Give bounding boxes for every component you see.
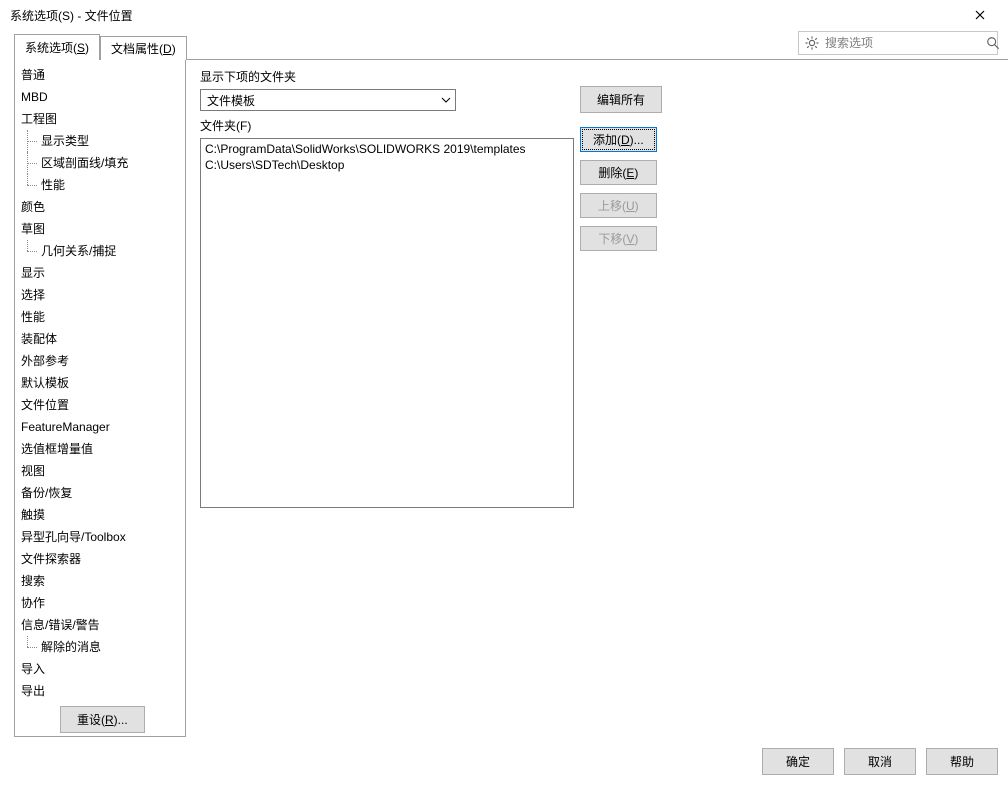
sidebar-item[interactable]: 备份/恢复 bbox=[15, 482, 185, 504]
sidebar-child-item[interactable]: 性能 bbox=[15, 174, 185, 196]
edit-all-button[interactable]: 编辑所有 bbox=[580, 86, 662, 113]
sidebar-item[interactable]: 信息/错误/警告 bbox=[15, 614, 185, 636]
list-item[interactable]: C:\ProgramData\SolidWorks\SOLIDWORKS 201… bbox=[205, 141, 569, 157]
ok-button[interactable]: 确定 bbox=[762, 748, 834, 775]
search-icon bbox=[986, 36, 1000, 50]
sidebar-child-item[interactable]: 区域剖面线/填充 bbox=[15, 152, 185, 174]
delete-button[interactable]: 删除(E) bbox=[580, 160, 657, 185]
help-button[interactable]: 帮助 bbox=[926, 748, 998, 775]
tab-label: 文档属性( bbox=[111, 42, 163, 56]
tabs: 系统选项(S) 文档属性(D) bbox=[14, 34, 187, 60]
sidebar-item[interactable]: 装配体 bbox=[15, 328, 185, 350]
sidebar[interactable]: 普通MBD工程图显示类型区域剖面线/填充性能颜色草图几何关系/捕捉显示选择性能装… bbox=[14, 60, 186, 737]
sidebar-item[interactable]: 草图 bbox=[15, 218, 185, 240]
sidebar-item[interactable]: 异型孔向导/Toolbox bbox=[15, 526, 185, 548]
sidebar-item[interactable]: 视图 bbox=[15, 460, 185, 482]
sidebar-item[interactable]: 默认模板 bbox=[15, 372, 185, 394]
reset-button[interactable]: 重设(R)... bbox=[60, 706, 145, 733]
chevron-down-icon bbox=[441, 95, 451, 105]
sidebar-item[interactable]: FeatureManager bbox=[15, 416, 185, 438]
sidebar-item[interactable]: 文件位置 bbox=[15, 394, 185, 416]
gear-icon bbox=[805, 36, 819, 50]
sidebar-item[interactable]: 文件探索器 bbox=[15, 548, 185, 570]
sidebar-item[interactable]: 选择 bbox=[15, 284, 185, 306]
sidebar-item[interactable]: 外部参考 bbox=[15, 350, 185, 372]
list-item[interactable]: C:\Users\SDTech\Desktop bbox=[205, 157, 569, 173]
add-button[interactable]: 添加(D)... bbox=[580, 127, 657, 152]
body: 普通MBD工程图显示类型区域剖面线/填充性能颜色草图几何关系/捕捉显示选择性能装… bbox=[14, 60, 998, 737]
window-title: 系统选项(S) - 文件位置 bbox=[10, 7, 133, 24]
sidebar-item[interactable]: 导入 bbox=[15, 658, 185, 680]
combo-value: 文件模板 bbox=[207, 92, 255, 109]
close-icon bbox=[975, 10, 985, 20]
edit-all-wrap: 编辑所有 bbox=[580, 86, 662, 113]
sidebar-item[interactable]: 显示 bbox=[15, 262, 185, 284]
search-input[interactable] bbox=[825, 36, 980, 50]
folder-type-combo[interactable]: 文件模板 bbox=[200, 89, 456, 111]
sidebar-item[interactable]: 颜色 bbox=[15, 196, 185, 218]
reset-wrap: 重设(R)... bbox=[60, 706, 145, 733]
show-folders-label: 显示下项的文件夹 bbox=[200, 68, 998, 85]
sidebar-child-item[interactable]: 显示类型 bbox=[15, 130, 185, 152]
top-row: 系统选项(S) 文档属性(D) bbox=[0, 30, 1008, 60]
sidebar-item[interactable]: 触摸 bbox=[15, 504, 185, 526]
sidebar-item[interactable]: MBD bbox=[15, 86, 185, 108]
sidebar-child-item[interactable]: 解除的消息 bbox=[15, 636, 185, 658]
tab-label: 系统选项( bbox=[25, 41, 77, 55]
sidebar-item[interactable]: 性能 bbox=[15, 306, 185, 328]
move-up-button[interactable]: 上移(U) bbox=[580, 193, 657, 218]
sidebar-item[interactable]: 普通 bbox=[15, 64, 185, 86]
search-box[interactable] bbox=[798, 31, 998, 55]
sidebar-item[interactable]: 选值框增量值 bbox=[15, 438, 185, 460]
close-button[interactable] bbox=[960, 1, 1000, 29]
titlebar: 系统选项(S) - 文件位置 bbox=[0, 0, 1008, 30]
bottom-bar: 确定 取消 帮助 bbox=[0, 748, 998, 775]
sidebar-item[interactable]: 协作 bbox=[15, 592, 185, 614]
sidebar-item[interactable]: 搜索 bbox=[15, 570, 185, 592]
cancel-button[interactable]: 取消 bbox=[844, 748, 916, 775]
sidebar-child-item[interactable]: 几何关系/捕捉 bbox=[15, 240, 185, 262]
tab-system-options[interactable]: 系统选项(S) bbox=[14, 34, 100, 60]
move-down-button[interactable]: 下移(V) bbox=[580, 226, 657, 251]
sidebar-item[interactable]: 工程图 bbox=[15, 108, 185, 130]
tab-document-properties[interactable]: 文档属性(D) bbox=[100, 36, 187, 60]
folders-listbox[interactable]: C:\ProgramData\SolidWorks\SOLIDWORKS 201… bbox=[200, 138, 574, 508]
right-buttons: 添加(D)... 删除(E) 上移(U) 下移(V) bbox=[580, 127, 657, 251]
sidebar-item[interactable]: 导出 bbox=[15, 680, 185, 702]
